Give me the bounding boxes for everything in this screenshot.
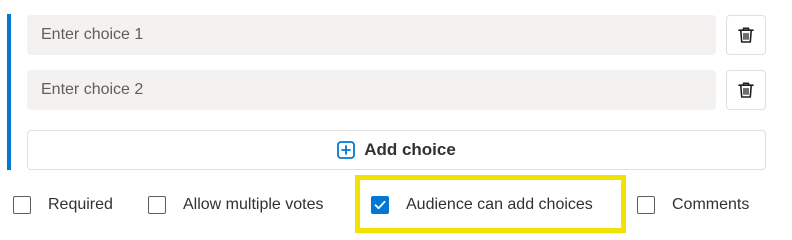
choice-1-input[interactable] (27, 15, 716, 55)
question-accent-bar (7, 14, 11, 170)
add-choice-button[interactable]: Add choice (27, 130, 766, 170)
comments-label: Comments (672, 196, 750, 213)
allow-multiple-votes-checkbox[interactable]: Allow multiple votes (148, 192, 324, 218)
checkmark-icon (373, 198, 387, 212)
checkbox-box[interactable] (637, 196, 655, 214)
plus-square-icon (337, 141, 356, 159)
allow-multiple-votes-label: Allow multiple votes (183, 196, 324, 213)
comments-checkbox[interactable]: Comments (637, 192, 749, 218)
trash-icon (737, 26, 755, 44)
checkbox-box[interactable] (148, 196, 166, 214)
checkbox-box[interactable] (13, 196, 31, 214)
add-choice-label: Add choice (364, 140, 456, 159)
audience-can-add-choices-checkbox[interactable]: Audience can add choices (371, 192, 593, 218)
delete-choice-1-button[interactable] (726, 15, 766, 55)
audience-can-add-choices-label: Audience can add choices (406, 196, 593, 213)
choice-2-input[interactable] (27, 70, 716, 110)
delete-choice-2-button[interactable] (726, 70, 766, 110)
checkbox-box-checked[interactable] (371, 196, 389, 214)
required-label: Required (48, 196, 113, 213)
required-checkbox[interactable]: Required (13, 192, 113, 218)
trash-icon (737, 81, 755, 99)
